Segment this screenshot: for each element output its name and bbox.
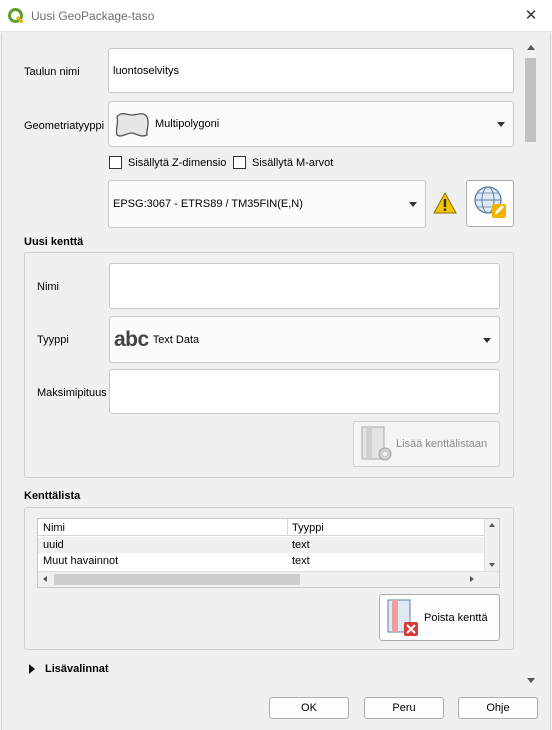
field-list-table: Nimi Tyyppi uuid text Muut havainnot tex… — [37, 518, 500, 588]
geometry-type-value: Multipolygoni — [155, 118, 220, 130]
window-title: Uusi GeoPackage-taso — [31, 9, 155, 23]
table-name-value: luontoselvitys — [113, 64, 180, 77]
field-name-input[interactable] — [109, 263, 500, 309]
field-type-select[interactable]: abc Text Data — [109, 316, 500, 363]
max-length-label: Maksimipituus — [37, 387, 107, 399]
row-type-cell: text — [292, 555, 310, 567]
table-vertical-scrollbar[interactable] — [484, 519, 499, 571]
expand-arrow-icon[interactable] — [29, 664, 35, 674]
scroll-down-icon[interactable] — [489, 563, 495, 567]
field-type-value: Text Data — [152, 333, 200, 346]
globe-edit-icon — [471, 183, 509, 224]
new-field-section-title: Uusi kenttä — [24, 236, 84, 248]
title-bar: Uusi GeoPackage-taso ✕ — [0, 0, 552, 32]
multipolygon-icon — [113, 109, 151, 139]
scrollbar-thumb[interactable] — [54, 574, 300, 585]
column-header-type[interactable]: Tyyppi — [292, 522, 324, 534]
help-button[interactable]: Ohje — [458, 697, 538, 719]
chevron-down-icon — [483, 337, 491, 343]
table-row[interactable]: uuid text — [38, 537, 484, 553]
table-name-label: Taulun nimi — [24, 66, 80, 78]
table-name-input[interactable]: luontoselvitys — [108, 48, 514, 93]
scroll-up-icon[interactable] — [489, 523, 495, 527]
crs-select[interactable]: EPSG:3067 - ETRS89 / TM35FIN(E,N) — [108, 180, 426, 228]
field-list-section-title: Kenttälista — [24, 490, 81, 502]
scroll-up-icon[interactable] — [527, 45, 535, 50]
max-length-input[interactable] — [109, 369, 500, 414]
close-button[interactable]: ✕ — [516, 4, 546, 28]
row-type-cell: text — [292, 539, 310, 551]
crs-value: EPSG:3067 - ETRS89 / TM35FIN(E,N) — [113, 198, 303, 210]
chevron-down-icon — [409, 202, 417, 207]
row-name-cell: uuid — [43, 539, 64, 551]
warning-icon — [433, 191, 457, 214]
remove-field-label: Poista kenttä — [424, 611, 488, 624]
include-z-label: Sisällytä Z-dimensio — [128, 157, 227, 169]
row-name-cell: Muut havainnot — [43, 555, 119, 567]
text-type-icon: abc — [114, 327, 149, 351]
scroll-left-icon[interactable] — [43, 576, 47, 582]
dialog-vertical-scrollbar[interactable] — [522, 40, 539, 690]
cancel-button[interactable]: Peru — [364, 697, 444, 719]
add-to-field-list-button[interactable]: Lisää kenttälistaan — [353, 421, 500, 467]
chevron-down-icon — [497, 122, 505, 127]
ok-button[interactable]: OK — [269, 697, 349, 719]
include-m-checkbox[interactable] — [233, 156, 246, 169]
add-field-icon — [360, 425, 394, 463]
table-horizontal-scrollbar[interactable] — [38, 571, 499, 587]
field-type-label: Tyyppi — [37, 334, 69, 346]
field-name-label: Nimi — [37, 281, 59, 293]
include-z-checkbox[interactable] — [109, 156, 122, 169]
scroll-right-icon[interactable] — [470, 576, 474, 582]
scrollbar-thumb[interactable] — [525, 58, 536, 142]
add-to-field-list-label: Lisää kenttälistaan — [396, 438, 488, 450]
remove-field-icon — [386, 598, 420, 638]
table-header: Nimi Tyyppi — [38, 519, 484, 536]
scroll-down-icon[interactable] — [527, 678, 535, 683]
geometry-type-label: Geometriatyyppi — [24, 120, 105, 132]
geometry-type-select[interactable]: Multipolygoni — [108, 101, 514, 147]
remove-field-button[interactable]: Poista kenttä — [379, 594, 500, 641]
include-m-label: Sisällytä M-arvot — [252, 157, 334, 169]
crs-selector-button[interactable] — [466, 180, 514, 227]
column-header-name[interactable]: Nimi — [43, 522, 65, 534]
table-row[interactable]: Muut havainnot text — [38, 553, 484, 569]
qgis-logo-icon — [8, 8, 24, 24]
advanced-options-toggle[interactable]: Lisävalinnat — [45, 663, 109, 675]
